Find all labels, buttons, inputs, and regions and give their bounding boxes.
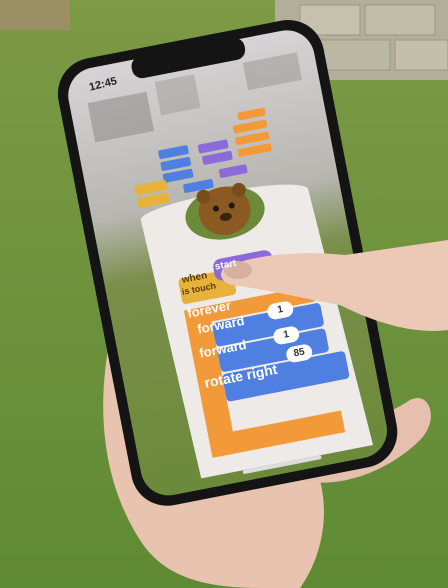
block-labels: when is touch start forever forward 1 fo… [0, 0, 448, 588]
photo-scene: 12:45 when is touch start forever forwar… [0, 0, 448, 588]
forward-value-2[interactable]: 1 [272, 325, 301, 346]
start-tag-label: start [214, 257, 238, 273]
forward-label-2: forward [198, 336, 248, 361]
rotate-value[interactable]: 85 [285, 343, 314, 364]
rotate-label: rotate right [203, 360, 279, 391]
forward-value-1[interactable]: 1 [266, 300, 295, 321]
